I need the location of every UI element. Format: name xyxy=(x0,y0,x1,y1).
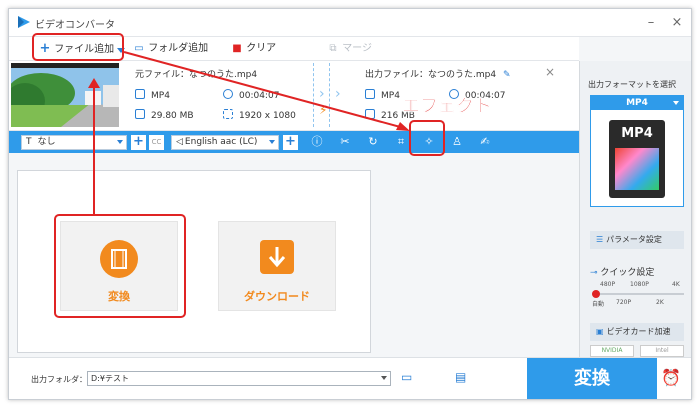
effect-annotation-label: エフェクト xyxy=(402,96,493,118)
arrow-diagonal xyxy=(123,51,410,131)
